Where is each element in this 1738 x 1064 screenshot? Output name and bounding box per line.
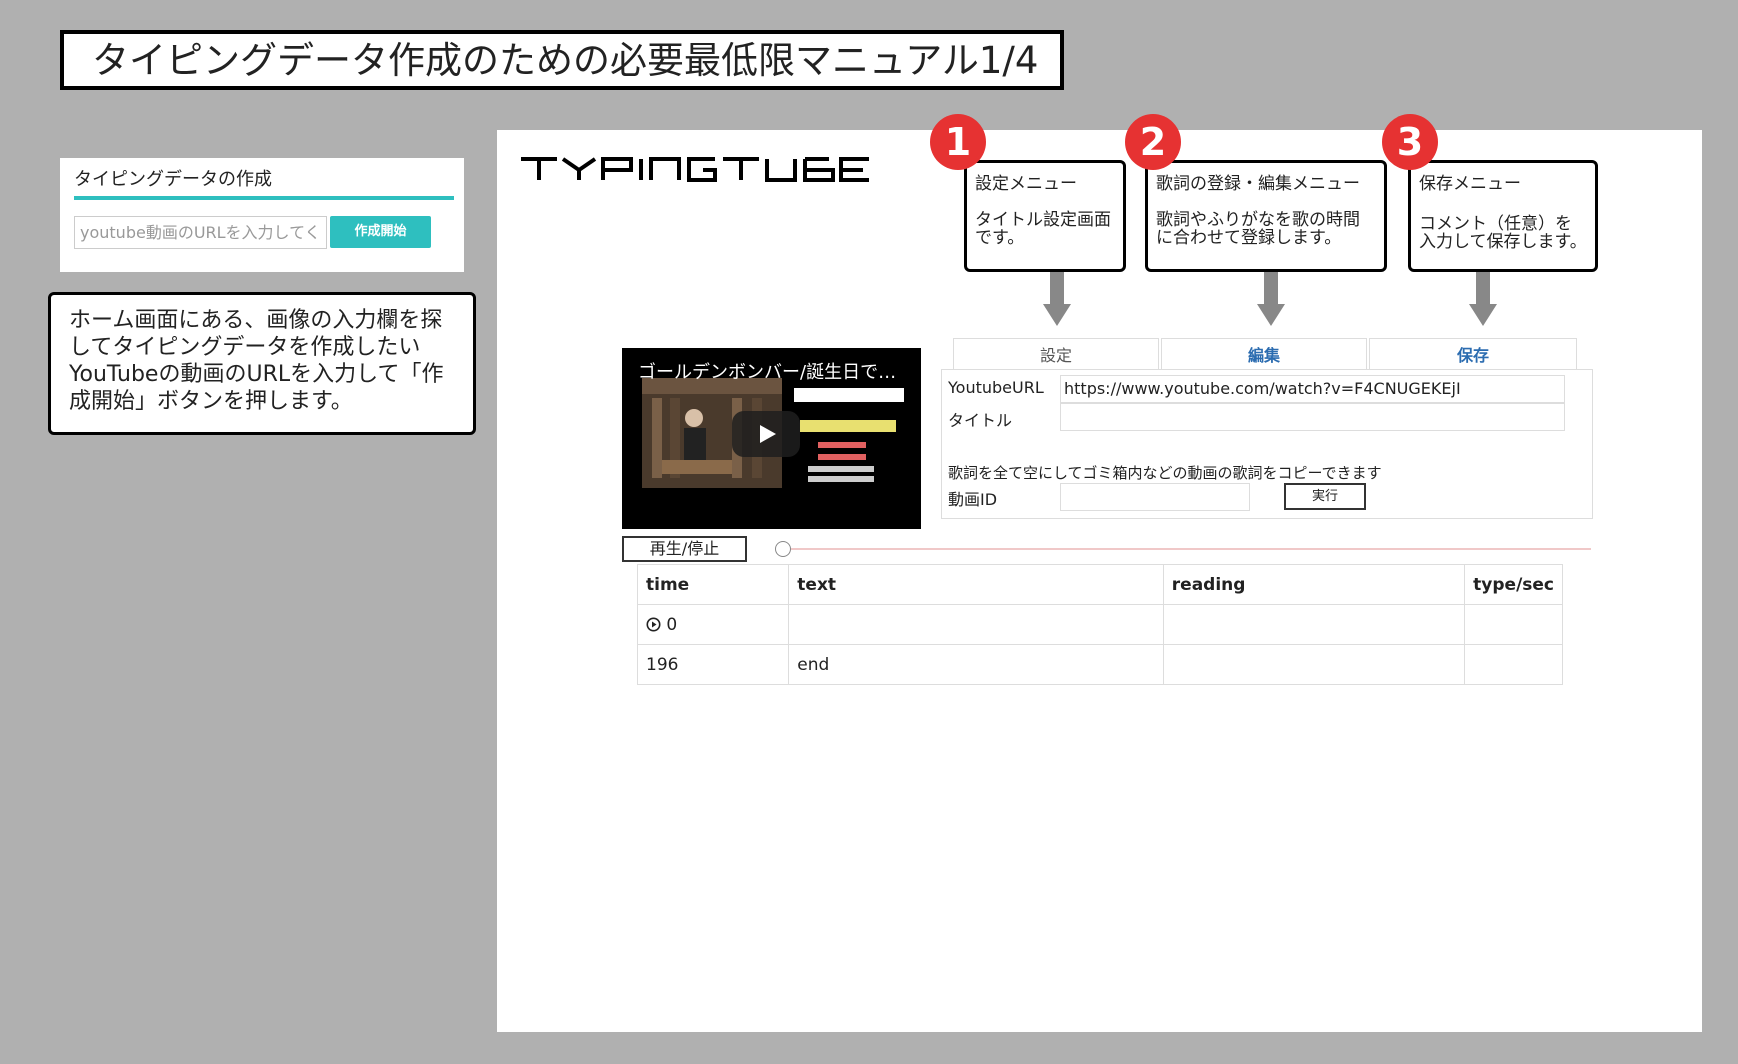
type-sec-cell <box>1464 604 1563 645</box>
callout-edit-body: 歌詞やふりがなを歌の時間に合わせて登録します。 <box>1156 210 1360 248</box>
youtube-url-field[interactable]: https://www.youtube.com/watch?v=F4CNUGEK… <box>1060 375 1565 403</box>
text-cell[interactable] <box>788 604 1164 645</box>
seek-slider-knob[interactable] <box>775 541 791 557</box>
time-value: 0 <box>666 614 678 635</box>
video-id-label: 動画ID <box>948 490 998 509</box>
play-circle-icon[interactable] <box>646 617 661 632</box>
create-data-panel: タイピングデータの作成 youtube動画のURLを入力してく 作成開始 <box>60 158 464 272</box>
copy-note: 歌詞を全て空にしてゴミ箱内などの動画の歌詞をコピーできます <box>948 464 1382 482</box>
text-cell[interactable]: end <box>788 644 1164 685</box>
youtube-url-input[interactable]: youtube動画のURLを入力してく <box>74 216 327 249</box>
lyrics-table: time text reading type/sec 0 196 end <box>636 564 1563 685</box>
reading-cell[interactable] <box>1162 604 1466 645</box>
callout-save-body: コメント（任意）を入力して保存します。 <box>1419 214 1587 252</box>
title-label: タイトル <box>948 411 1013 430</box>
run-button[interactable]: 実行 <box>1284 483 1366 510</box>
callout-edit: 歌詞の登録・編集メニュー 歌詞やふりがなを歌の時間に合わせて登録します。 <box>1145 160 1387 272</box>
settings-panel: YoutubeURL https://www.youtube.com/watch… <box>941 369 1593 519</box>
type-sec-cell <box>1464 644 1563 685</box>
table-header-text: text <box>788 564 1164 605</box>
instruction-note: ホーム画面にある、画像の入力欄を探してタイピングデータを作成したいYouTube… <box>48 292 476 435</box>
table-row[interactable]: 0 <box>636 604 1563 645</box>
callout-settings-body: タイトル設定画面です。 <box>975 210 1111 248</box>
table-header-reading: reading <box>1162 564 1466 605</box>
title-field[interactable] <box>1060 403 1565 431</box>
table-header-time: time <box>636 564 790 605</box>
typingtube-logo <box>521 157 869 182</box>
callout-edit-title: 歌詞の登録・編集メニュー <box>1156 174 1360 194</box>
table-row[interactable]: 196 end <box>636 644 1563 685</box>
table-header-type-sec: type/sec <box>1464 564 1563 605</box>
callout-settings-title: 設定メニュー <box>975 174 1077 194</box>
callout-settings: 設定メニュー タイトル設定画面です。 <box>964 160 1126 272</box>
callout-number-3: 3 <box>1382 114 1438 170</box>
time-cell[interactable]: 196 <box>636 644 790 685</box>
callout-save-title: 保存メニュー <box>1419 174 1521 194</box>
callout-number-2: 2 <box>1125 114 1181 170</box>
time-cell[interactable]: 0 <box>636 604 790 645</box>
editor-tabs: 設定 編集 保存 <box>953 338 1577 370</box>
arrow-1 <box>1043 272 1071 326</box>
play-icon[interactable] <box>732 411 800 457</box>
arrow-2 <box>1257 272 1285 326</box>
video-id-field[interactable] <box>1060 483 1250 511</box>
tab-save[interactable]: 保存 <box>1369 338 1577 370</box>
video-title: ゴールデンボンバー/誕生日で… <box>638 362 897 383</box>
editor-screenshot: 設定メニュー タイトル設定画面です。 歌詞の登録・編集メニュー 歌詞やふりがなを… <box>497 114 1702 1032</box>
callout-number-1: 1 <box>930 114 986 170</box>
play-stop-button[interactable]: 再生/停止 <box>622 536 747 562</box>
page-title: タイピングデータ作成のための必要最低限マニュアル1/4 <box>60 30 1064 90</box>
callout-save: 保存メニュー コメント（任意）を入力して保存します。 <box>1408 160 1598 272</box>
seek-slider-track[interactable] <box>791 548 1591 550</box>
video-player[interactable]: ゴールデンボンバー/誕生日で… <box>622 348 921 529</box>
arrow-3 <box>1469 272 1497 326</box>
create-data-heading: タイピングデータの作成 <box>74 165 454 200</box>
url-label: YoutubeURL <box>948 378 1044 397</box>
tab-edit[interactable]: 編集 <box>1161 338 1367 370</box>
tab-settings[interactable]: 設定 <box>953 338 1159 370</box>
create-start-button[interactable]: 作成開始 <box>330 216 431 248</box>
reading-cell[interactable] <box>1162 644 1466 685</box>
